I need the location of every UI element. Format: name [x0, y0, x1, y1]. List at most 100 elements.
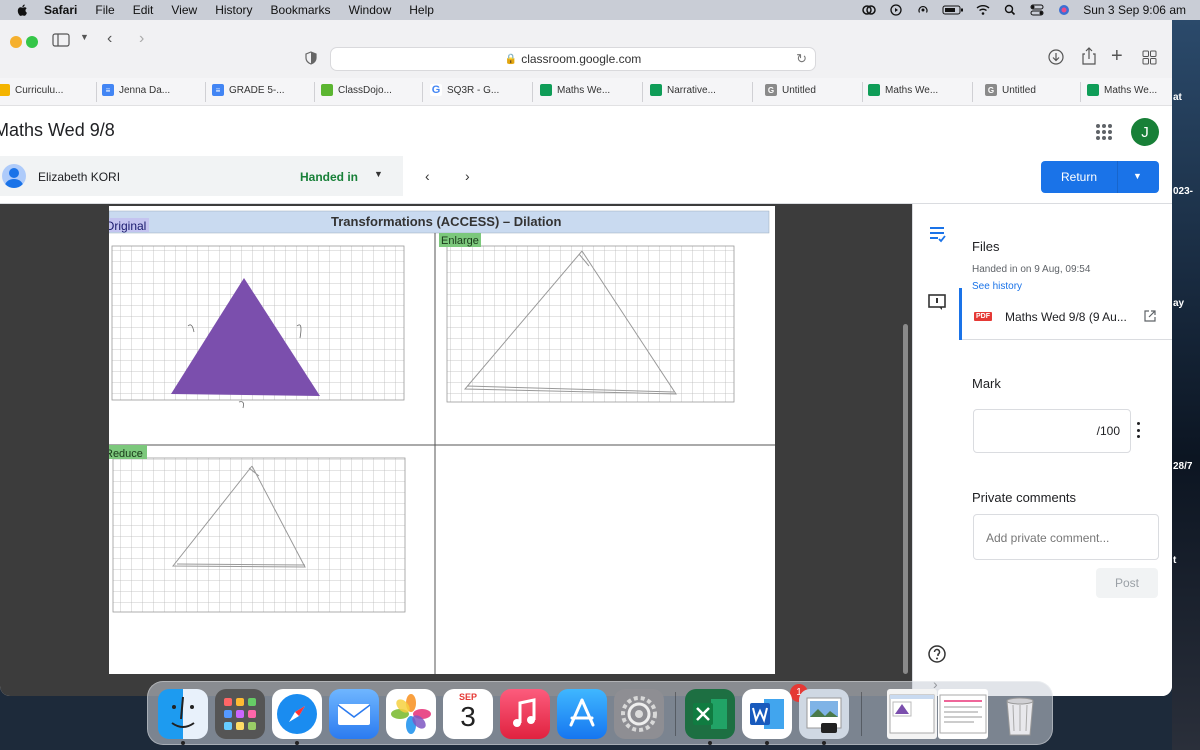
- siri-icon[interactable]: [1056, 4, 1072, 16]
- post-button[interactable]: Post: [1096, 568, 1158, 598]
- open-in-new-icon[interactable]: [1144, 310, 1156, 322]
- favorite-item[interactable]: Maths We...: [868, 84, 938, 96]
- google-apps-icon[interactable]: [1096, 124, 1112, 140]
- browser-toolbar: ▼ ‹ › 🔒 classroom.google.com ↻ +: [0, 20, 1172, 78]
- download-icon[interactable]: [1048, 49, 1064, 65]
- worksheet-drawing: Transformations (ACCESS) – Dilation Orig…: [109, 210, 775, 674]
- divider: [862, 82, 863, 102]
- favorite-item[interactable]: Maths We...: [1087, 84, 1157, 96]
- trash-icon[interactable]: [995, 689, 1045, 739]
- comment-icon[interactable]: [927, 292, 947, 312]
- drive-icon: [0, 84, 10, 96]
- desktop-background: [1172, 20, 1200, 750]
- launchpad-icon[interactable]: [215, 689, 265, 739]
- recent-document-thumbnail[interactable]: [887, 689, 937, 739]
- favorite-item[interactable]: ≡ GRADE 5-...: [212, 84, 285, 96]
- play-circle-icon[interactable]: [888, 4, 904, 16]
- selected-indicator: [959, 288, 962, 340]
- minimize-button[interactable]: [10, 36, 22, 48]
- favorite-item[interactable]: G SQ3R - G...: [430, 84, 499, 96]
- sidebar-toggle-icon[interactable]: [52, 33, 70, 47]
- apple-icon[interactable]: [16, 3, 30, 17]
- label-enlarge: Enlarge: [441, 235, 479, 247]
- desktop-fragment: t: [1173, 555, 1177, 566]
- preview-icon[interactable]: [799, 689, 849, 739]
- favorite-item[interactable]: Maths We...: [540, 84, 610, 96]
- divider: [205, 82, 206, 102]
- classroom-header: Maths Wed 9/8 J Elizabeth KORI Handed in…: [0, 106, 1172, 204]
- calendar-icon[interactable]: SEP 3: [443, 689, 493, 739]
- private-comment-input[interactable]: Add private comment...: [973, 514, 1159, 560]
- document-viewer[interactable]: Transformations (ACCESS) – Dilation Orig…: [0, 204, 912, 696]
- zoom-button[interactable]: [26, 36, 38, 48]
- favorite-item[interactable]: ≡ Jenna Da...: [102, 84, 170, 96]
- excel-icon[interactable]: [685, 689, 735, 739]
- spotlight-search-icon[interactable]: [1002, 4, 1018, 16]
- favorite-item[interactable]: ClassDojo...: [321, 84, 392, 96]
- student-work-icon[interactable]: [927, 224, 947, 244]
- calendar-day: 3: [460, 701, 476, 732]
- dock-divider: [675, 692, 676, 736]
- favorite-item[interactable]: G Untitled: [765, 84, 816, 96]
- previous-student-button[interactable]: ‹: [425, 168, 430, 184]
- forward-button[interactable]: ›: [139, 30, 144, 48]
- control-center-icon[interactable]: [1029, 4, 1045, 16]
- menu-file[interactable]: File: [95, 3, 114, 17]
- menu-clock[interactable]: Sun 3 Sep 9:06 am: [1083, 3, 1186, 17]
- app-store-icon[interactable]: [557, 689, 607, 739]
- student-selector[interactable]: Elizabeth KORI Handed in ▼: [0, 156, 403, 196]
- favorite-label: Jenna Da...: [119, 84, 171, 96]
- menu-history[interactable]: History: [215, 3, 252, 17]
- menu-help[interactable]: Help: [409, 3, 434, 17]
- finder-icon[interactable]: [158, 689, 208, 739]
- help-icon[interactable]: [927, 644, 947, 664]
- creative-cloud-icon[interactable]: [861, 4, 877, 16]
- mark-input[interactable]: /100: [973, 409, 1131, 453]
- next-student-button[interactable]: ›: [465, 168, 470, 184]
- share-icon[interactable]: [1082, 47, 1096, 65]
- favorite-item[interactable]: Narrative...: [650, 84, 716, 96]
- file-attachment[interactable]: PDF Maths Wed 9/8 (9 Au...: [959, 288, 1172, 340]
- page-title: Maths Wed 9/8: [0, 120, 115, 140]
- chevron-down-icon[interactable]: ▼: [374, 169, 383, 179]
- safari-icon[interactable]: [272, 689, 322, 739]
- running-indicator: [181, 741, 185, 745]
- favorite-label: Maths We...: [1104, 84, 1158, 96]
- reload-icon[interactable]: ↻: [796, 51, 807, 67]
- avatar[interactable]: J: [1131, 118, 1159, 146]
- return-button[interactable]: Return ▼: [1041, 161, 1159, 193]
- music-icon[interactable]: [500, 689, 550, 739]
- menu-edit[interactable]: Edit: [133, 3, 154, 17]
- running-indicator: [765, 741, 769, 745]
- favorite-item[interactable]: G Untitled: [985, 84, 1036, 96]
- address-bar[interactable]: 🔒 classroom.google.com ↻: [330, 47, 816, 71]
- chevron-down-icon[interactable]: ▼: [1133, 171, 1142, 181]
- wifi-icon[interactable]: [975, 4, 991, 16]
- menu-window[interactable]: Window: [349, 3, 392, 17]
- scrollbar[interactable]: [903, 324, 908, 674]
- tab-overview-icon[interactable]: [1142, 50, 1157, 65]
- more-options-icon[interactable]: [1137, 422, 1140, 438]
- system-settings-icon[interactable]: [614, 689, 664, 739]
- menu-view[interactable]: View: [171, 3, 197, 17]
- classroom-icon: [1087, 84, 1099, 96]
- favorite-item[interactable]: Curriculu...: [0, 84, 63, 96]
- privacy-shield-icon[interactable]: [305, 51, 317, 65]
- recent-document-thumbnail[interactable]: [938, 689, 988, 739]
- worksheet-page: Transformations (ACCESS) – Dilation Orig…: [109, 206, 775, 674]
- battery-icon[interactable]: [942, 4, 964, 16]
- menu-app-name[interactable]: Safari: [44, 3, 77, 17]
- photos-icon[interactable]: [386, 689, 436, 739]
- running-indicator: [295, 741, 299, 745]
- back-button[interactable]: ‹: [107, 30, 112, 48]
- word-icon[interactable]: [742, 689, 792, 739]
- new-tab-icon[interactable]: +: [1111, 45, 1123, 68]
- mail-icon[interactable]: [329, 689, 379, 739]
- google-icon: G: [430, 84, 442, 96]
- chevron-down-icon[interactable]: ▼: [80, 32, 89, 42]
- divider: [96, 82, 97, 102]
- menu-bookmarks[interactable]: Bookmarks: [271, 3, 331, 17]
- airdrop-icon[interactable]: [915, 4, 931, 16]
- desktop-fragment: 023-: [1173, 186, 1194, 197]
- divider: [972, 82, 973, 102]
